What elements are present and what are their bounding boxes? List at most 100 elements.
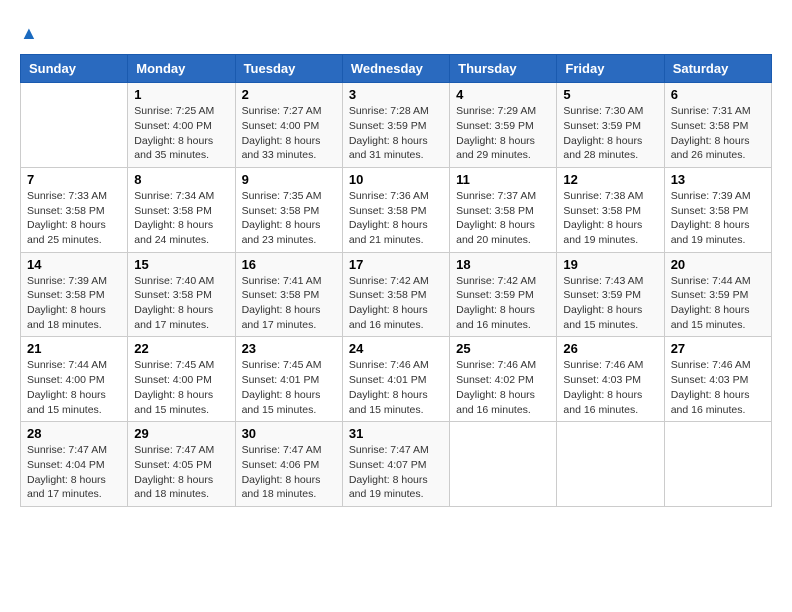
day-number: 12: [563, 172, 657, 187]
day-info: Sunrise: 7:34 AMSunset: 3:58 PMDaylight:…: [134, 189, 228, 248]
day-number: 6: [671, 87, 765, 102]
day-info: Sunrise: 7:47 AMSunset: 4:05 PMDaylight:…: [134, 443, 228, 502]
calendar-cell: 6 Sunrise: 7:31 AMSunset: 3:58 PMDaylight…: [664, 83, 771, 168]
calendar-cell: 4 Sunrise: 7:29 AMSunset: 3:59 PMDaylight…: [450, 83, 557, 168]
day-number: 29: [134, 426, 228, 441]
day-info: Sunrise: 7:46 AMSunset: 4:01 PMDaylight:…: [349, 358, 443, 417]
day-info: Sunrise: 7:41 AMSunset: 3:58 PMDaylight:…: [242, 274, 336, 333]
day-number: 23: [242, 341, 336, 356]
day-info: Sunrise: 7:39 AMSunset: 3:58 PMDaylight:…: [27, 274, 121, 333]
calendar-cell: 15 Sunrise: 7:40 AMSunset: 3:58 PMDayligh…: [128, 252, 235, 337]
day-info: Sunrise: 7:29 AMSunset: 3:59 PMDaylight:…: [456, 104, 550, 163]
calendar-cell: 8 Sunrise: 7:34 AMSunset: 3:58 PMDaylight…: [128, 167, 235, 252]
day-info: Sunrise: 7:30 AMSunset: 3:59 PMDaylight:…: [563, 104, 657, 163]
day-info: Sunrise: 7:36 AMSunset: 3:58 PMDaylight:…: [349, 189, 443, 248]
weekday-header-wednesday: Wednesday: [342, 55, 449, 83]
day-number: 16: [242, 257, 336, 272]
day-info: Sunrise: 7:39 AMSunset: 3:58 PMDaylight:…: [671, 189, 765, 248]
day-info: Sunrise: 7:47 AMSunset: 4:07 PMDaylight:…: [349, 443, 443, 502]
day-info: Sunrise: 7:44 AMSunset: 3:59 PMDaylight:…: [671, 274, 765, 333]
day-info: Sunrise: 7:31 AMSunset: 3:58 PMDaylight:…: [671, 104, 765, 163]
weekday-header-monday: Monday: [128, 55, 235, 83]
calendar-cell: 21 Sunrise: 7:44 AMSunset: 4:00 PMDayligh…: [21, 337, 128, 422]
day-number: 15: [134, 257, 228, 272]
weekday-header-saturday: Saturday: [664, 55, 771, 83]
calendar-cell: 14 Sunrise: 7:39 AMSunset: 3:58 PMDayligh…: [21, 252, 128, 337]
weekday-header-tuesday: Tuesday: [235, 55, 342, 83]
day-number: 14: [27, 257, 121, 272]
calendar-cell: [21, 83, 128, 168]
calendar-cell: 20 Sunrise: 7:44 AMSunset: 3:59 PMDayligh…: [664, 252, 771, 337]
calendar-cell: 19 Sunrise: 7:43 AMSunset: 3:59 PMDayligh…: [557, 252, 664, 337]
calendar-cell: [450, 422, 557, 507]
day-number: 9: [242, 172, 336, 187]
calendar-cell: 28Sunrise: 7:47 AMSunset: 4:04 PMDayligh…: [21, 422, 128, 507]
weekday-header-sunday: Sunday: [21, 55, 128, 83]
day-info: Sunrise: 7:46 AMSunset: 4:03 PMDaylight:…: [563, 358, 657, 417]
day-number: 7: [27, 172, 121, 187]
day-info: Sunrise: 7:42 AMSunset: 3:58 PMDaylight:…: [349, 274, 443, 333]
calendar-cell: 12 Sunrise: 7:38 AMSunset: 3:58 PMDayligh…: [557, 167, 664, 252]
day-number: 17: [349, 257, 443, 272]
day-info: Sunrise: 7:35 AMSunset: 3:58 PMDaylight:…: [242, 189, 336, 248]
calendar-cell: 24Sunrise: 7:46 AMSunset: 4:01 PMDayligh…: [342, 337, 449, 422]
calendar-cell: 16 Sunrise: 7:41 AMSunset: 3:58 PMDayligh…: [235, 252, 342, 337]
day-info: Sunrise: 7:43 AMSunset: 3:59 PMDaylight:…: [563, 274, 657, 333]
calendar-table: SundayMondayTuesdayWednesdayThursdayFrid…: [20, 54, 772, 507]
day-number: 3: [349, 87, 443, 102]
day-info: Sunrise: 7:40 AMSunset: 3:58 PMDaylight:…: [134, 274, 228, 333]
calendar-cell: 22 Sunrise: 7:45 AMSunset: 4:00 PMDayligh…: [128, 337, 235, 422]
calendar-cell: 2 Sunrise: 7:27 AMSunset: 4:00 PMDaylight…: [235, 83, 342, 168]
day-info: Sunrise: 7:47 AMSunset: 4:04 PMDaylight:…: [27, 443, 121, 502]
calendar-cell: 18Sunrise: 7:42 AMSunset: 3:59 PMDayligh…: [450, 252, 557, 337]
weekday-header-friday: Friday: [557, 55, 664, 83]
day-number: 13: [671, 172, 765, 187]
day-number: 8: [134, 172, 228, 187]
day-number: 19: [563, 257, 657, 272]
calendar-cell: 30Sunrise: 7:47 AMSunset: 4:06 PMDayligh…: [235, 422, 342, 507]
day-number: 21: [27, 341, 121, 356]
day-number: 4: [456, 87, 550, 102]
day-info: Sunrise: 7:44 AMSunset: 4:00 PMDaylight:…: [27, 358, 121, 417]
day-number: 11: [456, 172, 550, 187]
day-info: Sunrise: 7:45 AMSunset: 4:00 PMDaylight:…: [134, 358, 228, 417]
day-info: Sunrise: 7:27 AMSunset: 4:00 PMDaylight:…: [242, 104, 336, 163]
calendar-cell: 27 Sunrise: 7:46 AMSunset: 4:03 PMDayligh…: [664, 337, 771, 422]
day-number: 26: [563, 341, 657, 356]
weekday-header-thursday: Thursday: [450, 55, 557, 83]
calendar-cell: [664, 422, 771, 507]
day-number: 30: [242, 426, 336, 441]
day-number: 27: [671, 341, 765, 356]
day-number: 22: [134, 341, 228, 356]
day-info: Sunrise: 7:37 AMSunset: 3:58 PMDaylight:…: [456, 189, 550, 248]
calendar-cell: 31 Sunrise: 7:47 AMSunset: 4:07 PMDayligh…: [342, 422, 449, 507]
calendar-cell: 25Sunrise: 7:46 AMSunset: 4:02 PMDayligh…: [450, 337, 557, 422]
day-info: Sunrise: 7:28 AMSunset: 3:59 PMDaylight:…: [349, 104, 443, 163]
calendar-cell: 5 Sunrise: 7:30 AMSunset: 3:59 PMDaylight…: [557, 83, 664, 168]
day-info: Sunrise: 7:38 AMSunset: 3:58 PMDaylight:…: [563, 189, 657, 248]
day-number: 10: [349, 172, 443, 187]
calendar-cell: 13 Sunrise: 7:39 AMSunset: 3:58 PMDayligh…: [664, 167, 771, 252]
calendar-cell: 17 Sunrise: 7:42 AMSunset: 3:58 PMDayligh…: [342, 252, 449, 337]
calendar-cell: 3 Sunrise: 7:28 AMSunset: 3:59 PMDaylight…: [342, 83, 449, 168]
logo: ▲: [20, 20, 38, 44]
day-number: 1: [134, 87, 228, 102]
day-info: Sunrise: 7:45 AMSunset: 4:01 PMDaylight:…: [242, 358, 336, 417]
calendar-cell: 26 Sunrise: 7:46 AMSunset: 4:03 PMDayligh…: [557, 337, 664, 422]
calendar-cell: 11 Sunrise: 7:37 AMSunset: 3:58 PMDayligh…: [450, 167, 557, 252]
day-number: 5: [563, 87, 657, 102]
calendar-cell: 1 Sunrise: 7:25 AMSunset: 4:00 PMDaylight…: [128, 83, 235, 168]
day-info: Sunrise: 7:25 AMSunset: 4:00 PMDaylight:…: [134, 104, 228, 163]
day-number: 20: [671, 257, 765, 272]
day-number: 18: [456, 257, 550, 272]
day-info: Sunrise: 7:33 AMSunset: 3:58 PMDaylight:…: [27, 189, 121, 248]
calendar-cell: 10 Sunrise: 7:36 AMSunset: 3:58 PMDayligh…: [342, 167, 449, 252]
day-number: 31: [349, 426, 443, 441]
page-header: ▲: [20, 20, 772, 44]
calendar-cell: [557, 422, 664, 507]
day-number: 2: [242, 87, 336, 102]
day-info: Sunrise: 7:46 AMSunset: 4:02 PMDaylight:…: [456, 358, 550, 417]
calendar-cell: 29 Sunrise: 7:47 AMSunset: 4:05 PMDayligh…: [128, 422, 235, 507]
day-info: Sunrise: 7:46 AMSunset: 4:03 PMDaylight:…: [671, 358, 765, 417]
logo-icon-shape: ▲: [20, 23, 38, 43]
